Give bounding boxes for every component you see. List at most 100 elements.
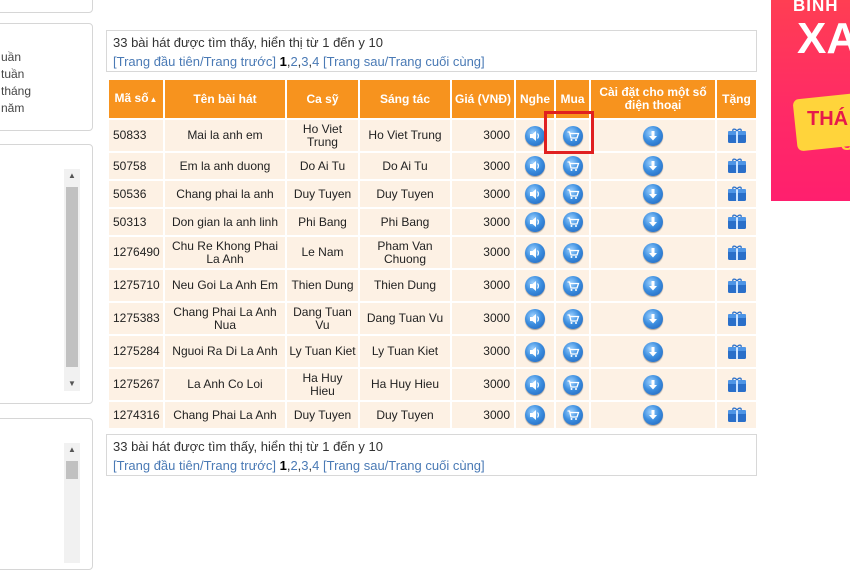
- scrollbar-thumb[interactable]: [66, 461, 78, 479]
- song-composer[interactable]: Thien Dung: [360, 270, 450, 301]
- speaker-icon[interactable]: [525, 405, 545, 425]
- next-last-link[interactable]: [Trang sau/Trang cuối cùng]: [323, 458, 485, 473]
- speaker-icon[interactable]: [525, 341, 545, 362]
- gift-icon[interactable]: [727, 310, 747, 327]
- song-composer[interactable]: Ha Huy Hieu: [360, 369, 450, 400]
- song-title[interactable]: Em la anh duong: [165, 153, 285, 179]
- song-composer[interactable]: Ho Viet Trung: [360, 120, 450, 151]
- scroll-up-icon[interactable]: ▲: [64, 169, 80, 183]
- song-title[interactable]: Neu Goi La Anh Em: [165, 270, 285, 301]
- gift-icon[interactable]: [727, 407, 747, 423]
- download-icon[interactable]: [643, 184, 663, 204]
- page-link-3[interactable]: 3: [301, 458, 308, 473]
- col-header-code[interactable]: Mã số▲: [109, 80, 163, 118]
- filter-item-month[interactable]: tháng: [1, 83, 31, 100]
- next-last-link[interactable]: [Trang sau/Trang cuối cùng]: [323, 54, 485, 69]
- song-title[interactable]: Chang Phai La Anh Nua: [165, 303, 285, 334]
- cart-icon[interactable]: [562, 156, 583, 176]
- scroll-up-icon[interactable]: ▲: [64, 443, 80, 457]
- song-composer[interactable]: Do Ai Tu: [360, 153, 450, 179]
- song-singer[interactable]: Le Nam: [287, 237, 358, 268]
- cart-icon[interactable]: [562, 212, 583, 232]
- scrollbar-thumb[interactable]: [66, 187, 78, 367]
- download-icon[interactable]: [643, 242, 663, 263]
- download-icon[interactable]: [643, 125, 663, 146]
- gift-icon[interactable]: [727, 244, 747, 261]
- cart-icon[interactable]: [562, 341, 583, 362]
- page-link-4[interactable]: 4: [312, 54, 319, 69]
- song-title[interactable]: Don gian la anh linh: [165, 209, 285, 235]
- song-title[interactable]: La Anh Co Loi: [165, 369, 285, 400]
- cart-icon[interactable]: [562, 374, 583, 395]
- song-title[interactable]: Nguoi Ra Di La Anh: [165, 336, 285, 367]
- filter-item-week-2[interactable]: tuần: [1, 66, 31, 83]
- page-link-1: 1: [279, 54, 287, 69]
- song-singer[interactable]: Do Ai Tu: [287, 153, 358, 179]
- page-link-4[interactable]: 4: [312, 458, 319, 473]
- speaker-icon[interactable]: [525, 275, 545, 296]
- cart-icon[interactable]: [562, 405, 583, 425]
- col-header-price[interactable]: Giá (VNĐ): [452, 80, 514, 118]
- col-header-singer[interactable]: Ca sỹ: [287, 80, 358, 118]
- filter-item-week-1[interactable]: uần: [1, 49, 31, 66]
- gift-icon[interactable]: [727, 343, 747, 360]
- download-icon[interactable]: [643, 308, 663, 329]
- song-singer[interactable]: Phi Bang: [287, 209, 358, 235]
- download-icon[interactable]: [643, 341, 663, 362]
- gift-icon[interactable]: [727, 277, 747, 294]
- page-link-3[interactable]: 3: [301, 54, 308, 69]
- song-singer[interactable]: Ha Huy Hieu: [287, 369, 358, 400]
- cart-icon[interactable]: [562, 308, 583, 329]
- song-composer[interactable]: Ly Tuan Kiet: [360, 336, 450, 367]
- song-singer[interactable]: Thien Dung: [287, 270, 358, 301]
- song-singer[interactable]: Duy Tuyen: [287, 181, 358, 207]
- sidebar-filter-panel: uần tuần tháng năm: [0, 23, 93, 131]
- speaker-icon[interactable]: [525, 184, 545, 204]
- speaker-icon[interactable]: [525, 242, 545, 263]
- song-title[interactable]: Chang phai la anh: [165, 181, 285, 207]
- gift-icon[interactable]: [727, 214, 747, 230]
- song-singer[interactable]: Ho Viet Trung: [287, 120, 358, 151]
- song-title[interactable]: Chang Phai La Anh: [165, 402, 285, 428]
- song-composer[interactable]: Duy Tuyen: [360, 181, 450, 207]
- sidebar-scrollbar[interactable]: ▲ ▼: [64, 169, 80, 391]
- song-composer[interactable]: Duy Tuyen: [360, 402, 450, 428]
- page-link-2[interactable]: 2: [290, 54, 297, 69]
- download-icon[interactable]: [643, 212, 663, 232]
- song-composer[interactable]: Dang Tuan Vu: [360, 303, 450, 334]
- gift-icon[interactable]: [727, 127, 747, 144]
- gift-icon[interactable]: [727, 376, 747, 393]
- gift-icon[interactable]: [727, 158, 747, 174]
- download-icon-cell: [591, 303, 715, 334]
- speaker-icon[interactable]: [525, 125, 545, 146]
- ad-banner[interactable]: BINH XA THÁ S: [771, 0, 850, 201]
- sort-icon[interactable]: ▲: [150, 95, 158, 104]
- song-singer[interactable]: Dang Tuan Vu: [287, 303, 358, 334]
- song-singer[interactable]: Duy Tuyen: [287, 402, 358, 428]
- cart-icon[interactable]: [562, 242, 583, 263]
- song-composer[interactable]: Pham Van Chuong: [360, 237, 450, 268]
- song-title[interactable]: Chu Re Khong Phai La Anh: [165, 237, 285, 268]
- speaker-icon[interactable]: [525, 212, 545, 232]
- download-icon[interactable]: [643, 374, 663, 395]
- song-singer[interactable]: Ly Tuan Kiet: [287, 336, 358, 367]
- speaker-icon[interactable]: [525, 308, 545, 329]
- cart-icon[interactable]: [562, 275, 583, 296]
- speaker-icon[interactable]: [525, 156, 545, 176]
- sidebar-bottom-scrollbar[interactable]: ▲: [64, 443, 80, 563]
- col-header-composer[interactable]: Sáng tác: [360, 80, 450, 118]
- speaker-icon[interactable]: [525, 374, 545, 395]
- song-composer[interactable]: Phi Bang: [360, 209, 450, 235]
- first-prev-link[interactable]: [Trang đầu tiên/Trang trước]: [113, 458, 276, 473]
- gift-icon[interactable]: [727, 186, 747, 202]
- cart-icon[interactable]: [562, 184, 583, 204]
- download-icon[interactable]: [643, 405, 663, 425]
- download-icon[interactable]: [643, 275, 663, 296]
- col-header-title[interactable]: Tên bài hát: [165, 80, 285, 118]
- first-prev-link[interactable]: [Trang đầu tiên/Trang trước]: [113, 54, 276, 69]
- page-link-2[interactable]: 2: [290, 458, 297, 473]
- filter-item-year[interactable]: năm: [1, 100, 31, 117]
- song-title[interactable]: Mai la anh em: [165, 120, 285, 151]
- scroll-down-icon[interactable]: ▼: [64, 377, 80, 391]
- download-icon[interactable]: [643, 156, 663, 176]
